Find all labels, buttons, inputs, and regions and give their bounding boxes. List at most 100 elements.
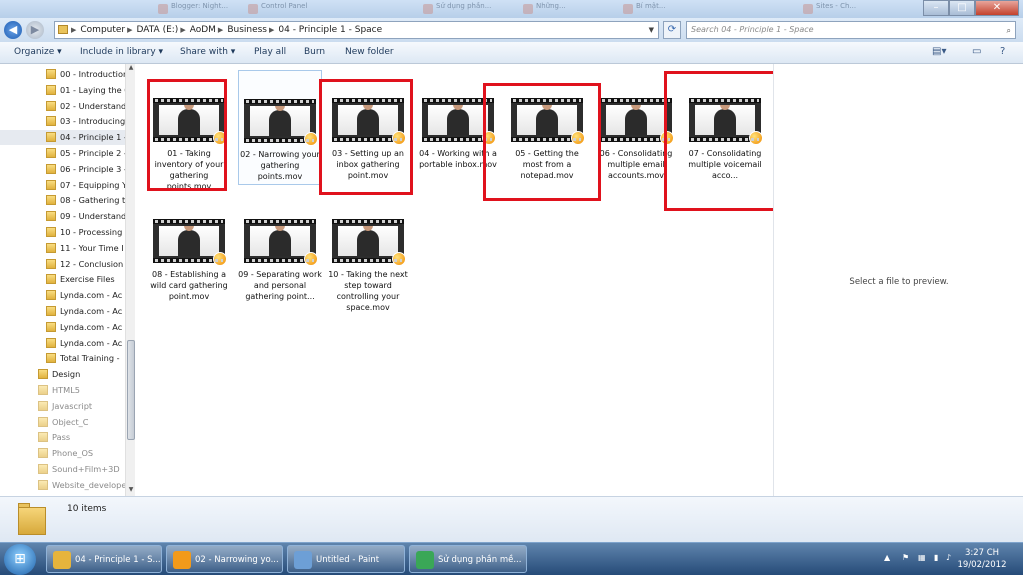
- nav-folder-item[interactable]: Design: [0, 367, 125, 382]
- red-highlight-box: [147, 79, 227, 191]
- folder-icon: [46, 227, 56, 237]
- nav-folder-item[interactable]: 03 - Introducing: [0, 114, 125, 129]
- nav-folder-label: Total Training -: [60, 353, 120, 364]
- nav-folder-item[interactable]: 06 - Principle 3 -: [0, 162, 125, 177]
- nav-folder-item[interactable]: Sound+Film+3D: [0, 462, 125, 477]
- video-thumbnail: [244, 99, 318, 146]
- show-hidden-icons-icon[interactable]: ▲: [884, 553, 890, 562]
- nav-folder-item[interactable]: Javascript: [0, 399, 125, 414]
- video-file-item[interactable]: 10 - Taking the next step toward control…: [326, 219, 410, 313]
- nav-folder-item[interactable]: 04 - Principle 1 -: [0, 130, 125, 146]
- command-bar: Organize ▾ Include in library ▾ Share wi…: [0, 42, 1023, 64]
- file-name: 02 - Narrowing your gathering points.mov: [240, 150, 320, 181]
- folder-icon: [38, 464, 48, 474]
- play-all-button[interactable]: Play all: [254, 47, 286, 57]
- nav-folder-item[interactable]: 08 - Gathering t: [0, 193, 125, 208]
- taskbar-label: Sử dụng phần mề...: [438, 555, 522, 565]
- taskbar: ⊞ 04 - Principle 1 - S... 02 - Narrowing …: [0, 542, 1023, 575]
- nav-folder-item[interactable]: Total Training -: [0, 351, 125, 366]
- taskbar-button[interactable]: 04 - Principle 1 - S...: [46, 545, 162, 573]
- breadcrumb-segment[interactable]: 04 - Principle 1 - Space: [278, 25, 382, 35]
- refresh-icon[interactable]: ⟳: [663, 21, 681, 39]
- video-file-item[interactable]: 09 - Separating work and personal gather…: [238, 219, 322, 302]
- video-file-item[interactable]: 08 - Establishing a wild card gathering …: [147, 219, 231, 302]
- folder-icon: [46, 195, 56, 206]
- maximize-button[interactable]: □: [949, 0, 975, 16]
- nav-folder-item[interactable]: 05 - Principle 2 -: [0, 146, 125, 161]
- network-icon[interactable]: ▮: [934, 553, 938, 562]
- breadcrumb-segment[interactable]: Business: [227, 25, 267, 35]
- taskbar-label: 02 - Narrowing yo...: [195, 555, 279, 565]
- breadcrumb-separator-icon[interactable]: ▶: [269, 26, 274, 34]
- nav-folder-item[interactable]: HTML5: [0, 383, 125, 398]
- nav-folder-item[interactable]: 09 - Understand: [0, 209, 125, 224]
- nav-folder-item[interactable]: Website_develope: [0, 478, 125, 493]
- folder-icon: [38, 416, 48, 427]
- minimize-button[interactable]: –: [923, 0, 949, 16]
- breadcrumb-separator-icon[interactable]: ▶: [218, 26, 223, 34]
- scrollbar-thumb[interactable]: [127, 340, 135, 440]
- breadcrumb-segment[interactable]: Computer: [80, 25, 125, 35]
- breadcrumb-segment[interactable]: AoDM: [190, 25, 216, 35]
- nav-folder-item[interactable]: Object_C: [0, 415, 125, 430]
- address-bar[interactable]: ▶ Computer ▶ DATA (E:) ▶ AoDM ▶ Business ▶ 04 - P…: [54, 21, 659, 39]
- nav-folder-item[interactable]: 01 - Laying the G: [0, 83, 125, 98]
- burn-button[interactable]: Burn: [304, 47, 325, 57]
- nav-scrollbar[interactable]: ▲ ▼: [125, 64, 135, 496]
- nav-folder-item[interactable]: 02 - Understand: [0, 99, 125, 114]
- nav-folder-item[interactable]: 10 - Processing: [0, 225, 125, 240]
- folder-icon: [46, 84, 56, 95]
- chevron-down-icon[interactable]: ▼: [649, 22, 654, 38]
- nav-folder-item[interactable]: Pass: [0, 430, 125, 445]
- breadcrumb-separator-icon[interactable]: ▶: [71, 26, 76, 34]
- nav-folder-item[interactable]: Lynda.com - Ac: [0, 336, 125, 351]
- folder-icon: [46, 132, 56, 143]
- folder-icon: [46, 321, 56, 332]
- volume-icon[interactable]: ♪: [946, 553, 951, 562]
- breadcrumb-separator-icon[interactable]: ▶: [127, 26, 132, 34]
- taskbar-button[interactable]: 02 - Narrowing yo...: [166, 545, 283, 573]
- nav-folder-item[interactable]: Exercise Files: [0, 272, 125, 287]
- nav-folder-label: 01 - Laying the G: [60, 84, 125, 95]
- search-icon[interactable]: ⌕: [1007, 23, 1011, 39]
- nav-folder-item[interactable]: 11 - Your Time I: [0, 241, 125, 256]
- include-in-library-button[interactable]: Include in library ▾: [80, 47, 163, 57]
- media-player-icon: [213, 252, 227, 266]
- forward-arrow-icon[interactable]: ▶: [26, 21, 44, 39]
- help-icon[interactable]: ?: [1000, 46, 1005, 57]
- nav-folder-label: Lynda.com - Ac: [60, 337, 123, 348]
- taskbar-button[interactable]: Sử dụng phần mề...: [409, 545, 527, 573]
- presenter-image: [269, 106, 291, 136]
- nav-folder-item[interactable]: Phone_OS: [0, 446, 125, 461]
- nav-folder-label: Website_develope: [52, 479, 125, 490]
- nav-folder-item[interactable]: 07 - Equipping Y: [0, 178, 125, 193]
- nav-folder-label: 05 - Principle 2 -: [60, 148, 125, 158]
- close-button[interactable]: ✕: [975, 0, 1019, 16]
- media-player-icon: [304, 132, 318, 146]
- view-options-icon[interactable]: ▤▾: [932, 46, 946, 57]
- new-folder-button[interactable]: New folder: [345, 47, 394, 57]
- nav-folder-item[interactable]: 00 - Introduction: [0, 67, 125, 82]
- media-player-icon: [392, 252, 406, 266]
- nav-folder-item[interactable]: 12 - Conclusion: [0, 257, 125, 272]
- back-arrow-icon[interactable]: ◀: [4, 21, 22, 39]
- video-file-item[interactable]: 02 - Narrowing your gathering points.mov: [238, 70, 322, 185]
- nav-folder-label: Lynda.com - Ac: [60, 290, 123, 301]
- taskbar-button[interactable]: Untitled - Paint: [287, 545, 405, 573]
- start-button[interactable]: ⊞: [4, 544, 36, 575]
- clock[interactable]: 3:27 CH 19/02/2012: [956, 547, 1008, 571]
- folder-icon: [46, 306, 56, 316]
- preview-pane-icon[interactable]: ▭: [972, 46, 981, 57]
- organize-button[interactable]: Organize ▾: [14, 47, 62, 57]
- video-thumbnail: [244, 219, 318, 266]
- breadcrumb-segment[interactable]: DATA (E:): [137, 25, 179, 35]
- breadcrumb-separator-icon[interactable]: ▶: [180, 26, 185, 34]
- nav-folder-item[interactable]: Lynda.com - Ac: [0, 288, 125, 303]
- search-input[interactable]: Search 04 - Principle 1 - Space ⌕: [686, 21, 1016, 39]
- nav-folder-item[interactable]: Lynda.com - Ac: [0, 304, 125, 319]
- share-with-button[interactable]: Share with ▾: [180, 47, 235, 57]
- keyboard-icon[interactable]: ▦: [918, 553, 926, 562]
- flag-icon[interactable]: ⚑: [902, 553, 909, 562]
- nav-folder-item[interactable]: Lynda.com - Ac: [0, 320, 125, 335]
- nav-folder-label: 12 - Conclusion: [60, 258, 124, 269]
